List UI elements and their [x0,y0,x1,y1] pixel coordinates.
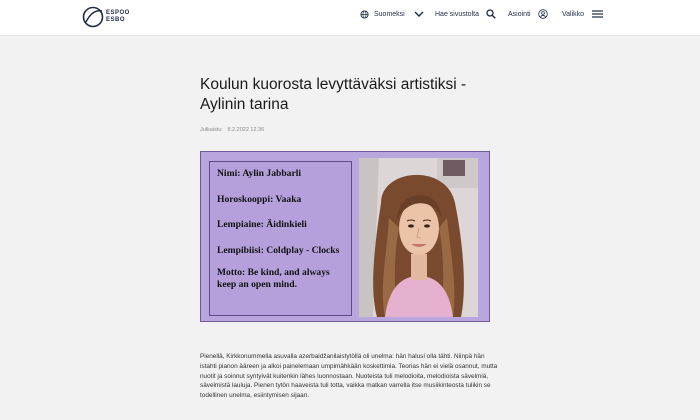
profile-name: Nimi: Aylin Jabbarli [217,168,302,179]
espoo-logo-icon [82,6,104,28]
portrait-illustration [359,158,478,317]
login-label: Asiointi [508,10,531,18]
portrait-photo [359,158,478,317]
published-value: 8.2.2022 12.36 [227,127,265,133]
user-icon [537,9,548,19]
article-body: Pienellä, Kirkkonummella asuvalla azerba… [200,352,500,409]
language-label: Suomeksi [374,10,405,18]
published-label: Julkaistu: [200,127,223,133]
chevron-down-icon [414,11,424,17]
hamburger-menu-icon [592,10,604,18]
profile-horoscope: Horoskooppi: Vaaka [217,193,302,205]
menu-label: Valikko [562,10,585,18]
profile-favorite-song: Lempibiisi: Coldplay - Clocks [217,244,340,256]
search-button[interactable]: Hae sivustolta [435,0,496,28]
profile-motto: Motto: Be kind, and always keep an open … [217,267,330,290]
login-button[interactable]: Asiointi [508,0,548,28]
menu-button[interactable]: Valikko [562,0,604,28]
site-header: ESPOO ESBO Suomeksi Hae sivustolta Asioi… [0,0,700,36]
profile-info-box: Nimi: Aylin Jabbarli Horoskooppi: Vaaka … [209,161,352,316]
search-label: Hae sivustolta [435,10,479,18]
espoo-logo[interactable]: ESPOO ESBO [82,4,152,30]
profile-favorite-subject: Lempiaine: Äidinkieli [217,219,307,230]
hero-image: Nimi: Aylin Jabbarli Horoskooppi: Vaaka … [200,151,490,322]
article-paragraph: Pienellä, Kirkkonummella asuvalla azerba… [200,353,498,400]
search-icon [486,9,496,19]
globe-icon [360,9,369,19]
published-date: Julkaistu: 8.2.2022 12.36 [200,127,267,133]
article-title: Koulun kuorosta levyttäväksi artistiksi … [200,76,467,113]
language-selector[interactable]: Suomeksi [360,0,424,28]
logo-text: ESPOO ESBO [106,10,130,23]
